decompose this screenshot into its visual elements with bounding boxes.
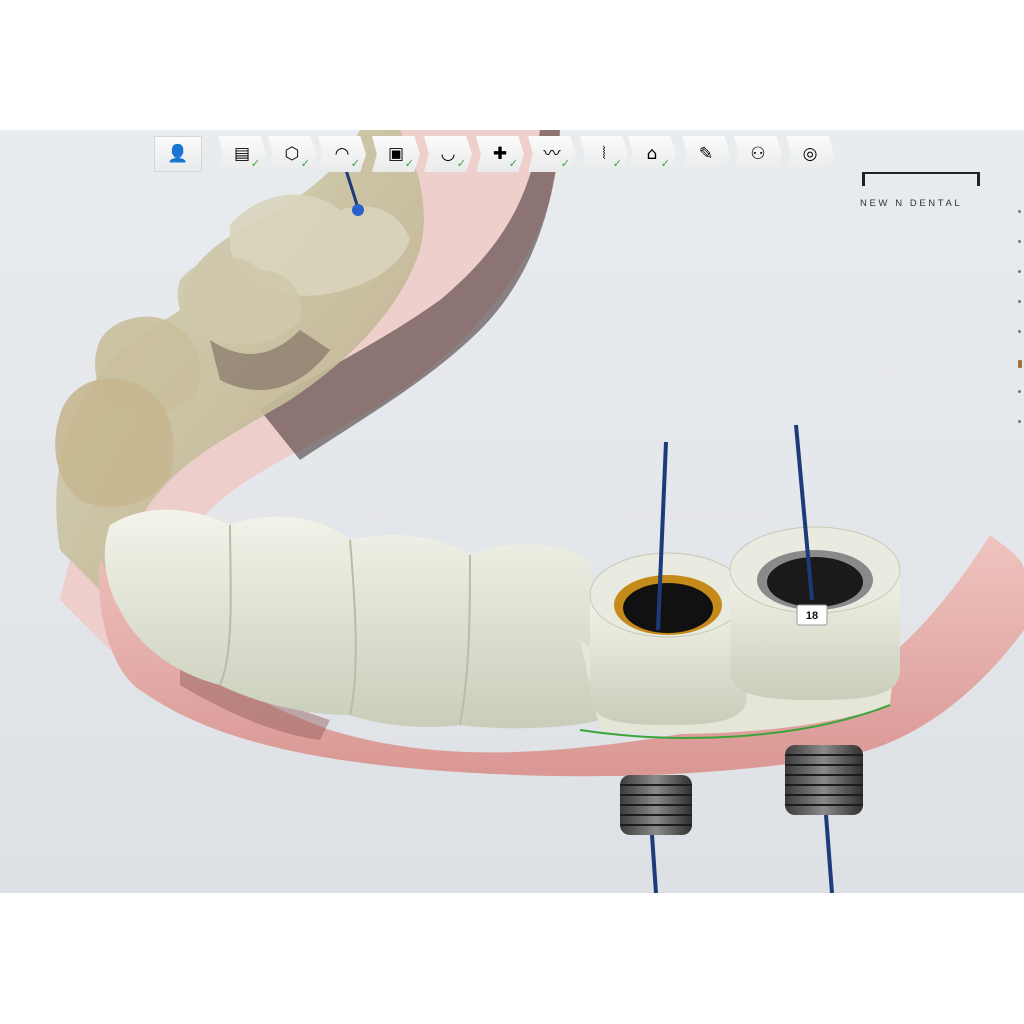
toolbar-button-implant[interactable]: ⦚ ✓ bbox=[580, 136, 628, 172]
check-icon: ✓ bbox=[456, 157, 466, 170]
arch-icon: ◡ bbox=[440, 143, 456, 164]
users-icon: ⚇ bbox=[750, 143, 766, 164]
implant-sleeve-1 bbox=[589, 552, 747, 725]
logo-mark bbox=[862, 172, 980, 186]
model-box-icon: ▣ bbox=[387, 143, 405, 164]
brand-logo: NEW N DENTAL bbox=[860, 170, 984, 210]
check-icon: ✓ bbox=[508, 157, 518, 170]
implant-label-18: 18 bbox=[805, 610, 819, 622]
patient-photo-icon: 👤 bbox=[167, 143, 189, 164]
scanner-icon: ⬡ bbox=[284, 143, 300, 164]
toolbar-button-gingiva[interactable]: 〰 ✓ bbox=[528, 136, 576, 172]
toolbar-button-model[interactable]: ▣ ✓ bbox=[372, 136, 420, 172]
toolbar-button-tooth[interactable]: ◠ ✓ bbox=[318, 136, 366, 172]
toolbar-button-add-element[interactable]: ✚ ✓ bbox=[476, 136, 524, 172]
implant-screw-2 bbox=[785, 745, 863, 815]
add-element-icon: ✚ bbox=[492, 143, 508, 164]
design-tool-icon: ✎ bbox=[698, 143, 714, 164]
3d-viewport[interactable]: 18 👤 ▤ ✓ ⬡ ✓ ◠ ✓ ▣ ✓ ◡ ✓ ✚ ✓ 〰 ✓ ⦚ ✓ ⌂ ✓ ✎ ⚇ ◎ NEW N DENTAL bbox=[0, 130, 1024, 893]
toolbar-button-arch[interactable]: ◡ ✓ bbox=[424, 136, 472, 172]
toolbar-button-users[interactable]: ⚇ bbox=[734, 136, 782, 172]
toolbar-button-patient[interactable]: 👤 bbox=[154, 136, 202, 172]
check-icon: ✓ bbox=[350, 157, 360, 170]
check-icon: ✓ bbox=[612, 157, 622, 170]
logo-text: NEW N DENTAL bbox=[860, 198, 963, 209]
check-icon: ✓ bbox=[560, 157, 570, 170]
gingiva-icon: 〰 bbox=[543, 143, 561, 164]
check-icon: ✓ bbox=[404, 157, 414, 170]
toolbar-button-scan[interactable]: ⬡ ✓ bbox=[268, 136, 316, 172]
side-panel-edge bbox=[1016, 210, 1024, 430]
implant-screw-icon: ⦚ bbox=[602, 143, 606, 164]
order-form-icon: ▤ bbox=[233, 143, 251, 164]
abutment-icon: ⌂ bbox=[646, 143, 658, 164]
check-icon: ✓ bbox=[300, 157, 310, 170]
toolbar-button-order-form[interactable]: ▤ ✓ bbox=[218, 136, 266, 172]
tooth-icon: ◠ bbox=[334, 143, 350, 164]
check-icon: ✓ bbox=[660, 157, 670, 170]
toolbar-button-abutment[interactable]: ⌂ ✓ bbox=[628, 136, 676, 172]
workflow-toolbar: 👤 ▤ ✓ ⬡ ✓ ◠ ✓ ▣ ✓ ◡ ✓ ✚ ✓ 〰 ✓ ⦚ ✓ ⌂ ✓ ✎ ⚇ ◎ bbox=[154, 136, 836, 176]
toolbar-button-design[interactable]: ✎ bbox=[682, 136, 730, 172]
check-icon: ✓ bbox=[250, 157, 260, 170]
implant-screw-1 bbox=[620, 775, 692, 835]
dental-model-scene[interactable] bbox=[0, 130, 1024, 893]
output-disk-icon: ◎ bbox=[802, 143, 818, 164]
toolbar-button-output[interactable]: ◎ bbox=[786, 136, 834, 172]
